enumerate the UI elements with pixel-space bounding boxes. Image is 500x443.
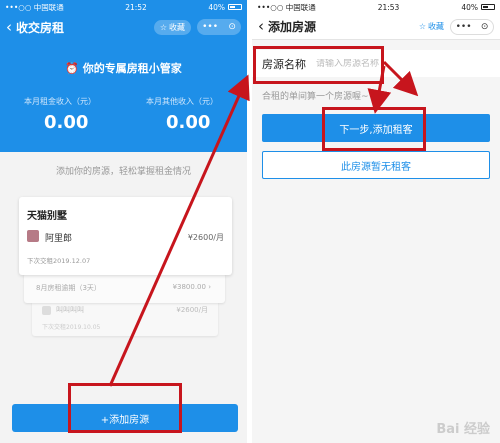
nav-bar: ‹ 收交房租 ☆ 收藏 ••• ⊙ (0, 14, 247, 40)
avatar (42, 306, 51, 315)
battery-icon (227, 4, 242, 10)
back-icon[interactable]: ‹ (6, 19, 12, 35)
close-icon[interactable]: ⊙ (481, 22, 489, 32)
back-icon[interactable]: ‹ (258, 19, 264, 34)
summary-header: ⏰ 你的专属房租小管家 本月租金收入（元） 0.00 本月其他收入（元） 0.0… (0, 40, 247, 152)
no-tenant-button[interactable]: 此房源暂无租客 (262, 151, 490, 179)
miniprogram-capsule: ••• ⊙ (450, 18, 494, 35)
other-income-value: 0.00 (166, 112, 211, 133)
shared-room-hint: 合租的单间算一个房源喔~ (262, 92, 369, 102)
rent-income-label: 本月租金收入（元） (24, 97, 96, 106)
nav-bar: ‹ 添加房源 ☆ 收藏 ••• ⊙ (252, 14, 500, 40)
favorite-label: 收藏 (428, 22, 444, 31)
page-title: 收交房租 (16, 20, 65, 35)
avatar (27, 230, 39, 242)
rent-income-value: 0.00 (44, 112, 89, 133)
sample-property-card: 天猫别墅 阿里郎 ¥2600/月 下次交租2019.12.07 (19, 197, 232, 275)
carrier-label: •••○○ 中国联通 (257, 2, 316, 12)
annotation-box-add-property (68, 383, 182, 433)
status-bar: •••○○ 中国联通 21:52 40% (0, 0, 247, 14)
next-due-date: 下次交租2019.12.07 (27, 257, 91, 265)
sample-overdue-card: 8月房租逾期（3天） ¥3800.00 › (24, 273, 225, 303)
property-name: 天猫别墅 (27, 211, 67, 222)
watermark: Bai 经验 (436, 422, 490, 437)
more-icon[interactable]: ••• (456, 22, 472, 32)
battery-percent: 40% (208, 2, 225, 12)
overdue-text: 8月房租逾期（3天） (36, 284, 101, 292)
time-label: 21:53 (377, 2, 400, 12)
overdue-amount: ¥3800.00 › (172, 283, 211, 291)
back-due-date: 下次交租2019.10.05 (42, 324, 101, 331)
tenant-name: 阿里郎 (45, 234, 73, 244)
sample-back-card: 叫叫叫叫 ¥2600/月 下次交租2019.10.05 (32, 300, 218, 336)
time-label: 21:52 (125, 2, 147, 12)
close-icon[interactable]: ⊙ (228, 22, 236, 32)
star-icon: ☆ (159, 22, 167, 32)
miniprogram-capsule: ••• ⊙ (197, 19, 241, 35)
back-rent-amount: ¥2600/月 (176, 306, 208, 314)
rent-amount: ¥2600/月 (187, 233, 224, 242)
left-phone-screen: •••○○ 中国联通 21:52 40% ‹ 收交房租 ☆ 收藏 ••• ⊙ ⏰… (0, 0, 247, 443)
hero-title-text: 你的专属房租小管家 (82, 62, 182, 75)
annotation-box-next-button (322, 107, 426, 151)
favorite-label: 收藏 (169, 22, 185, 32)
hero-title: ⏰ 你的专属房租小管家 (0, 60, 247, 76)
annotation-box-name-field (253, 46, 384, 84)
status-bar: •••○○ 中国联通 21:53 40% (252, 0, 500, 14)
page-title: 添加房源 (268, 20, 317, 34)
star-icon: ☆ (418, 22, 426, 31)
other-income-label: 本月其他收入（元） (146, 97, 218, 106)
alarm-clock-icon: ⏰ (65, 62, 79, 75)
back-tenant-name: 叫叫叫叫 (56, 306, 84, 314)
add-property-hint: 添加你的房源，轻松掌握租金情况 (55, 167, 191, 177)
carrier-label: •••○○ 中国联通 (5, 2, 64, 12)
more-icon[interactable]: ••• (202, 22, 218, 32)
favorite-button[interactable]: ☆ 收藏 (419, 21, 444, 32)
battery-percent: 40% (461, 2, 478, 12)
favorite-button[interactable]: ☆ 收藏 (153, 19, 191, 35)
battery-icon (480, 4, 495, 10)
